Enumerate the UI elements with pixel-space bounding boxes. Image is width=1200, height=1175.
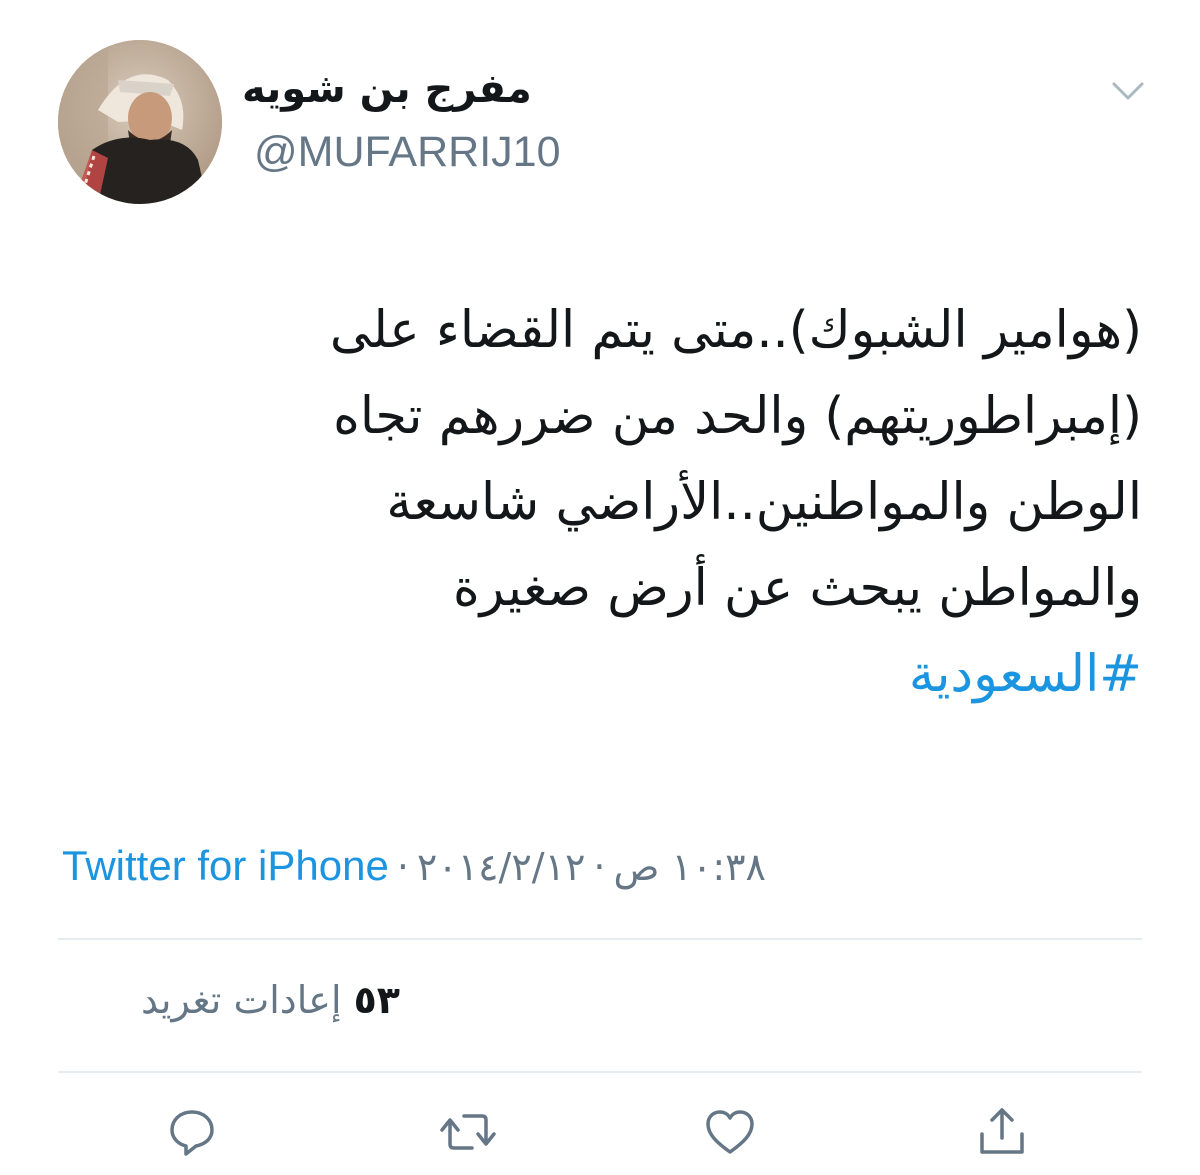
user-handle[interactable]: @MUFARRIJ10 <box>254 124 560 180</box>
tweet-text-line: والمواطن يبحث عن أرض صغيرة <box>452 559 1142 618</box>
divider <box>58 938 1142 940</box>
tweet-text-line: (هوامير الشبوك)..متى يتم القضاء على <box>329 301 1142 360</box>
heart-icon[interactable] <box>702 1104 758 1160</box>
tweet-card: مفرج بن شويه @MUFARRIJ10 (هوامير الشبوك)… <box>0 0 1200 1175</box>
avatar[interactable] <box>58 40 222 204</box>
chevron-down-icon[interactable] <box>1110 78 1146 104</box>
retweet-label: إعادات تغريد <box>140 978 342 1022</box>
tweet-metadata: Twitter for iPhone · ٢٠١٤/٢/١٢ · ١٠:٣٨ ص <box>62 838 766 895</box>
tweet-time[interactable]: ١٠:٣٨ ص <box>613 845 765 889</box>
tweet-text: (هوامير الشبوك)..متى يتم القضاء على (إمب… <box>52 288 1142 718</box>
tweet-text-line: الوطن والمواطنين..الأراضي شاسعة <box>386 473 1142 532</box>
display-name[interactable]: مفرج بن شويه <box>242 62 572 116</box>
retweet-stats[interactable]: ٥٣ إعادات تغريد <box>60 972 400 1028</box>
tweet-date[interactable]: ٢٠١٤/٢/١٢ <box>417 845 585 889</box>
separator: · <box>593 845 606 889</box>
retweet-count: ٥٣ <box>353 978 400 1022</box>
reply-icon[interactable] <box>164 1104 220 1160</box>
tweet-actions <box>0 1098 1200 1168</box>
source-link[interactable]: Twitter for iPhone <box>62 842 389 889</box>
divider <box>58 1071 1142 1073</box>
display-name-text: مفرج بن شويه <box>242 66 532 112</box>
hashtag-link[interactable]: #السعودية <box>52 632 1142 718</box>
retweet-icon[interactable] <box>438 1104 498 1160</box>
tweet-text-line: (إمبراطوريتهم) والحد من ضررهم تجاه <box>333 387 1142 446</box>
separator: · <box>396 845 409 889</box>
avatar-image <box>58 40 222 204</box>
share-icon[interactable] <box>974 1104 1030 1160</box>
